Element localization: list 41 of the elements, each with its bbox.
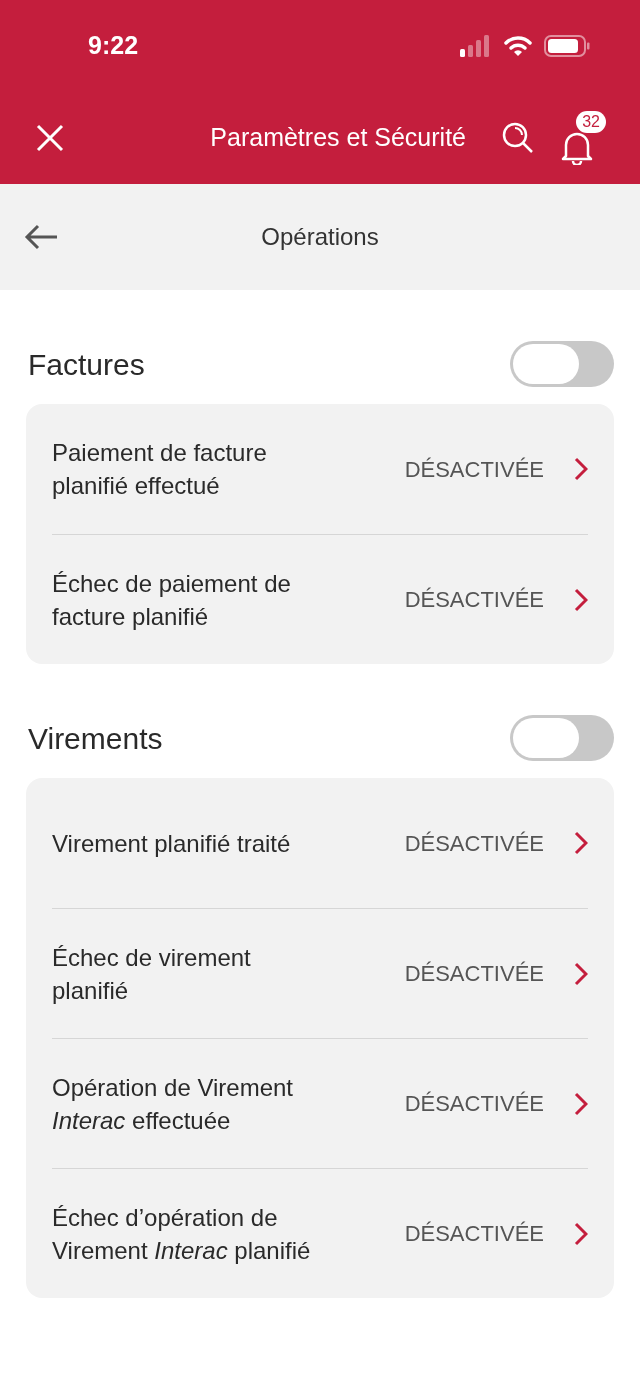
- status-time: 9:22: [88, 30, 139, 62]
- setting-row[interactable]: Virement planifié traité DÉSACTIVÉE: [52, 778, 588, 908]
- setting-label: Virement planifié traité: [52, 828, 292, 859]
- section-title: Virements: [28, 720, 163, 757]
- setting-status: DÉSACTIVÉE: [404, 960, 544, 988]
- setting-status: DÉSACTIVÉE: [404, 1220, 544, 1248]
- setting-label: Échec d’opération de Virement Interac planifié: [52, 1202, 312, 1266]
- section-title: Factures: [28, 346, 145, 383]
- close-icon: [36, 124, 64, 152]
- search-button[interactable]: [502, 122, 534, 154]
- chevron-right-icon: [574, 1221, 588, 1246]
- toggle-switch[interactable]: [510, 341, 614, 387]
- setting-status: DÉSACTIVÉE: [404, 1090, 544, 1118]
- battery-icon: [544, 35, 590, 57]
- setting-row[interactable]: Opération de Virement Interac effectuée DÉSACTIVÉE: [52, 1038, 588, 1168]
- setting-status: DÉSACTIVÉE: [404, 829, 544, 858]
- setting-row[interactable]: Paiement de facture planifié effectué DÉSACTIVÉE: [52, 404, 588, 534]
- setting-label: Échec de paiement de facture planifié: [52, 568, 292, 632]
- chevron-right-icon: [574, 961, 588, 986]
- notifications-button[interactable]: 32: [560, 111, 606, 165]
- header-title: Paramètres et Sécurité: [210, 122, 466, 154]
- page-title: Opérations: [261, 222, 379, 252]
- signal-icon: [460, 35, 492, 57]
- setting-status: DÉSACTIVÉE: [404, 586, 544, 614]
- chevron-right-icon: [574, 587, 588, 612]
- setting-status: DÉSACTIVÉE: [404, 455, 544, 484]
- wifi-icon: [504, 35, 532, 57]
- setting-row[interactable]: Échec d’opération de Virement Interac planifié DÉSACTIVÉE: [52, 1168, 588, 1298]
- back-arrow-icon: [24, 224, 58, 250]
- search-icon: [502, 122, 534, 154]
- setting-row[interactable]: Échec de paiement de facture planifié DÉSACTIVÉE: [52, 534, 588, 664]
- chevron-right-icon: [574, 831, 588, 855]
- setting-label: Opération de Virement Interac effectuée: [52, 1072, 295, 1136]
- setting-label: Paiement de facture planifié effectué: [52, 438, 268, 501]
- chevron-right-icon: [574, 457, 588, 481]
- toggle-switch[interactable]: [510, 715, 614, 761]
- close-button[interactable]: [34, 122, 66, 154]
- notification-badge: 32: [576, 111, 606, 133]
- setting-row[interactable]: Échec de virement planifié DÉSACTIVÉE: [52, 908, 588, 1038]
- chevron-right-icon: [574, 1091, 588, 1116]
- setting-label: Échec de virement planifié: [52, 942, 252, 1006]
